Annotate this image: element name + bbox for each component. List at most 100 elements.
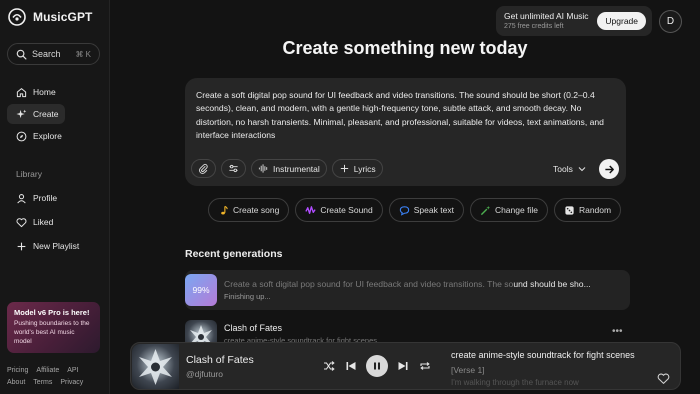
settings-button[interactable] (221, 159, 246, 178)
repeat-icon (420, 362, 430, 370)
waveform-icon (258, 164, 268, 173)
music-note-icon (221, 205, 228, 214)
instrumental-toggle[interactable]: Instrumental (251, 159, 327, 178)
paperclip-icon (199, 164, 208, 174)
random-label: Random (578, 205, 612, 215)
footer-links: Pricing Affiliate API About Terms Privac… (7, 365, 103, 389)
footer-link-pricing[interactable]: Pricing (7, 365, 28, 377)
plus-icon (340, 164, 348, 173)
footer-link-api[interactable]: API (67, 365, 78, 377)
repeat-button[interactable] (418, 359, 432, 373)
album-art-icon (139, 349, 172, 385)
quick-actions: Create song Create Sound Speak text Chan… (208, 198, 622, 222)
compass-icon (16, 131, 27, 141)
lyric-line-current: [Verse 1] (451, 365, 485, 375)
speak-text-label: Speak text (413, 205, 454, 215)
user-icon (17, 193, 26, 203)
create-sound-button[interactable]: Create Sound (295, 198, 383, 222)
nav-item-create[interactable]: Create (7, 104, 65, 124)
nav-label-liked: Liked (33, 217, 54, 227)
create-song-label: Create song (233, 205, 280, 215)
dice-icon (565, 205, 574, 215)
heart-icon (16, 217, 27, 227)
prompt-input[interactable]: Create a soft digital pop sound for UI f… (196, 89, 620, 143)
plus-icon (17, 242, 26, 250)
heart-icon (657, 373, 670, 384)
sparkle-icon (16, 109, 27, 118)
player-album-art[interactable] (132, 344, 179, 389)
generation-row-in-progress[interactable]: 99% Create a soft digital pop sound for … (185, 270, 630, 310)
lyrics-label: Lyrics (353, 163, 376, 174)
footer-link-about[interactable]: About (7, 377, 25, 389)
sidebar: MusicGPT Search ⌘ K Home Create Explore … (0, 0, 110, 394)
change-file-button[interactable]: Change file (469, 198, 548, 222)
footer-link-privacy[interactable]: Privacy (60, 377, 83, 389)
random-button[interactable]: Random (553, 198, 622, 222)
app-root: MusicGPT Search ⌘ K Home Create Explore … (0, 0, 700, 394)
upgrade-button[interactable]: Upgrade (597, 12, 646, 30)
prompt-tools: Instrumental Lyrics (191, 159, 383, 178)
next-button[interactable] (396, 359, 410, 373)
nav-label-profile: Profile (33, 193, 58, 203)
more-options-icon[interactable]: ••• (612, 326, 623, 337)
generation-status: Finishing up... (224, 292, 271, 301)
prompt-box: Create a soft digital pop sound for UI f… (185, 78, 626, 186)
generation-title: Create a soft digital pop sound for UI f… (224, 279, 624, 289)
attach-button[interactable] (191, 159, 216, 178)
player-track-title: Clash of Fates (186, 354, 254, 366)
shuffle-button[interactable] (322, 359, 336, 373)
arrow-right-icon (604, 165, 614, 173)
sliders-icon (229, 164, 238, 173)
search-shortcut: ⌘ K (75, 49, 91, 59)
promo-body: Pushing boundaries to the world's best A… (14, 320, 90, 345)
waveform-icon (305, 205, 316, 214)
shuffle-icon (324, 361, 335, 371)
skip-back-icon (346, 362, 356, 370)
instrumental-label: Instrumental (273, 163, 320, 174)
tools-label: Tools (553, 164, 573, 174)
upgrade-card: Get unlimited AI Music 275 free credits … (496, 6, 652, 36)
lyrics-button[interactable]: Lyrics (331, 159, 383, 178)
like-button[interactable] (657, 372, 670, 390)
pause-button[interactable] (366, 355, 388, 377)
player-artist[interactable]: @djfuturo (186, 369, 223, 379)
lyric-line-next: I'm walking through the furnace now (451, 378, 579, 387)
nav-item-explore[interactable]: Explore (7, 126, 65, 146)
footer-link-affiliate[interactable]: Affiliate (36, 365, 59, 377)
create-song-button[interactable]: Create song (208, 198, 290, 222)
home-icon (16, 87, 27, 97)
pause-icon (374, 362, 380, 370)
nav-item-new-playlist[interactable]: New Playlist (7, 236, 97, 256)
submit-button[interactable] (599, 159, 619, 179)
player-prompt: create anime-style soundtrack for fight … (451, 350, 635, 360)
previous-button[interactable] (344, 359, 358, 373)
skip-forward-icon (398, 362, 408, 370)
chevron-down-icon (578, 167, 586, 172)
search-icon (16, 49, 27, 59)
nav-item-profile[interactable]: Profile (7, 188, 97, 208)
generation-title-bright: und should be sho... (513, 279, 591, 289)
change-file-label: Change file (494, 205, 538, 215)
generation-progress: 99% (185, 274, 217, 306)
generation-title-dim: Create a soft digital pop sound for UI f… (224, 279, 514, 289)
nav-label-new-playlist: New Playlist (33, 241, 80, 251)
magic-wand-icon (480, 205, 491, 215)
search-label: Search (32, 49, 61, 59)
avatar[interactable]: D (659, 10, 682, 33)
footer-link-terms[interactable]: Terms (33, 377, 52, 389)
nav-item-home[interactable]: Home (7, 82, 65, 102)
page-title: Create something new today (282, 38, 528, 58)
search-button[interactable]: Search ⌘ K (7, 43, 100, 65)
promo-card[interactable]: Model v6 Pro is here! Pushing boundaries… (7, 302, 100, 353)
app-logo[interactable]: MusicGPT (8, 8, 92, 26)
recent-generations-heading: Recent generations (185, 248, 283, 260)
nav-label-create: Create (33, 109, 59, 119)
tools-dropdown[interactable]: Tools (553, 164, 586, 174)
promo-title: Model v6 Pro is here! (14, 308, 90, 317)
player-bar: Clash of Fates @djfuturo create anime-st… (130, 342, 681, 390)
nav-item-liked[interactable]: Liked (7, 212, 97, 232)
nav-label-explore: Explore (33, 131, 62, 141)
app-name: MusicGPT (33, 10, 93, 24)
speak-text-button[interactable]: Speak text (388, 198, 464, 222)
playback-controls (322, 355, 432, 377)
